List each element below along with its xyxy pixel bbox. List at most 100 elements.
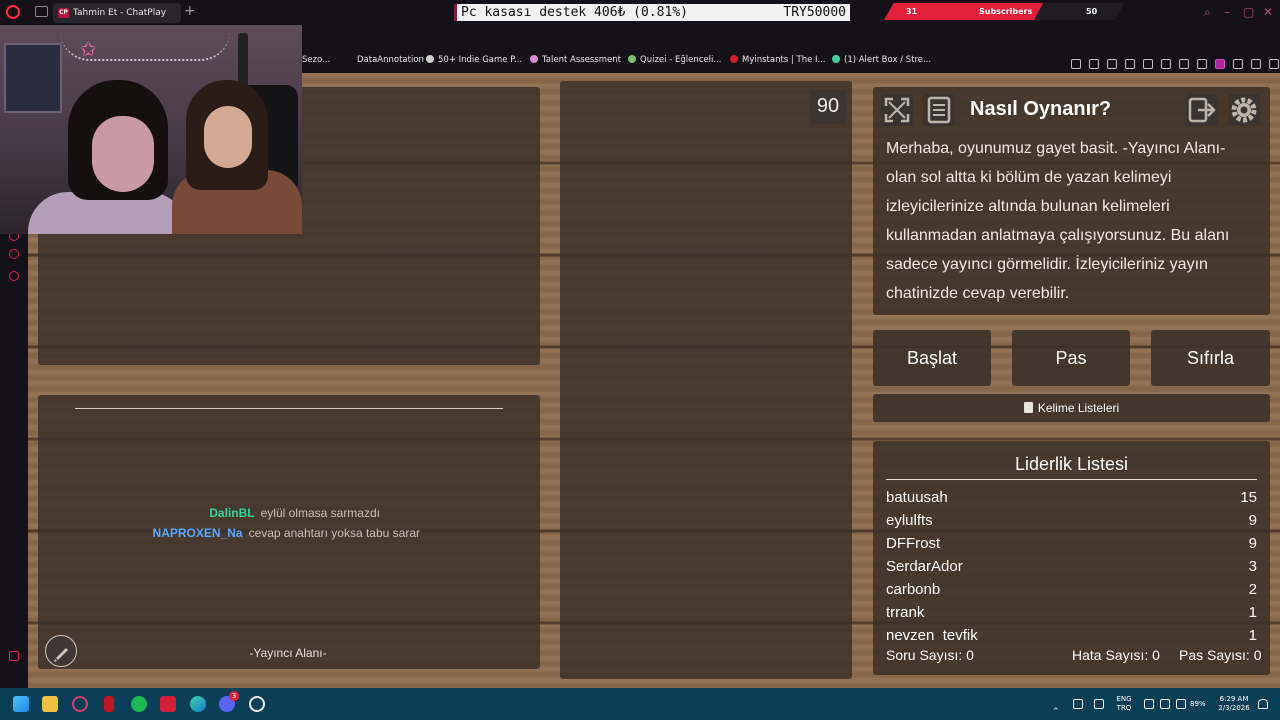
pencil-button[interactable] <box>45 635 77 667</box>
leaderboard-list[interactable]: batuusah 15 eylulfts 9 DFFrost 9 SerdarAdor… <box>886 486 1257 640</box>
notification-bell-icon[interactable] <box>1258 699 1268 709</box>
sidebar-gx-icon[interactable] <box>9 651 19 661</box>
player-score: 9 <box>1248 512 1257 529</box>
discord-icon[interactable]: 3 <box>219 691 239 712</box>
sidebar-settings-icon[interactable] <box>9 271 19 281</box>
translate-icon[interactable] <box>1143 59 1153 69</box>
bookmark-sezo[interactable]: Sezo... <box>302 55 330 65</box>
cube-icon[interactable] <box>1251 59 1261 69</box>
search-icon[interactable]: ⌕ <box>1204 5 1211 20</box>
bookmark-dataannotation[interactable]: DataAnnotation <box>357 55 424 65</box>
pass-button[interactable]: Pas <box>1012 330 1130 386</box>
clock-time: 6:29 AM <box>1219 695 1249 703</box>
exit-icon <box>1188 97 1216 123</box>
pencil-icon <box>54 648 68 662</box>
word-lists-label: Kelime Listeleri <box>1037 401 1120 415</box>
shield-toolbar-icon[interactable] <box>1107 59 1117 69</box>
file-explorer-icon[interactable] <box>42 696 58 712</box>
reset-button[interactable]: Sıfırla <box>1151 330 1270 386</box>
clock[interactable]: 6:29 AM 2/3/2026 <box>1212 695 1256 713</box>
windows-taskbar: 3 ⌃ ENG TRQ 89% 6:29 AM 2/3/2026 <box>0 688 1280 720</box>
obs-icon[interactable] <box>249 696 265 712</box>
edge-icon[interactable] <box>190 696 206 712</box>
new-tab-button[interactable]: + <box>184 3 196 19</box>
media-player-icon[interactable] <box>160 696 176 712</box>
chatplay-favicon-icon: CP <box>58 8 69 18</box>
player-score: 3 <box>1248 558 1257 575</box>
snapshot-icon[interactable] <box>1089 59 1099 69</box>
gear-icon <box>426 55 434 63</box>
streamer-person <box>28 80 188 234</box>
player-name: batuusah <box>886 489 948 506</box>
pass-count: Pas Sayısı: 0 <box>1179 647 1262 663</box>
donation-goal-ticker: Pc kasası destek 406₺ (0.81%) TRY50000 <box>454 4 850 21</box>
bookmark-alert-box[interactable]: (1) Alert Box / Stre... <box>832 55 931 65</box>
app-red-icon[interactable] <box>104 696 114 712</box>
round-timer: 90 <box>810 90 846 124</box>
player-name: DFFrost <box>886 535 941 552</box>
play-icon[interactable] <box>1161 59 1171 69</box>
bookmark-myinstants[interactable]: Myinstants | The I... <box>730 55 826 65</box>
sidebar-history-icon[interactable] <box>9 249 19 259</box>
exit-button[interactable] <box>1186 94 1218 126</box>
battery-percent: 89% <box>1190 700 1206 708</box>
mic-tray-icon[interactable] <box>1094 699 1104 709</box>
word-lists-button[interactable]: Kelime Listeleri <box>873 394 1270 422</box>
bookmark-indie-game[interactable]: 50+ Indie Game P... <box>426 55 522 65</box>
opera-logo-icon[interactable] <box>6 5 20 19</box>
subscriber-goal-bar: 31 Subscribers 50 <box>884 3 1124 20</box>
chevron-up-icon[interactable]: ⌃ <box>1052 699 1062 717</box>
player-name: SerdarAdor <box>886 558 963 575</box>
tab-tahmin-et[interactable]: CP Tahmin Et - ChatPlay <box>53 3 181 23</box>
network-tray-icon[interactable] <box>1073 699 1083 709</box>
battery-icon[interactable] <box>1176 699 1186 709</box>
puzzle-icon[interactable] <box>1233 59 1243 69</box>
subscriber-goal-remainder: 50 <box>1034 3 1124 20</box>
player-score: 15 <box>1240 489 1257 506</box>
gear-icon <box>1231 97 1257 123</box>
settings-button[interactable] <box>1228 94 1260 126</box>
search-toolbar-icon[interactable] <box>1179 59 1189 69</box>
fullscreen-button[interactable] <box>881 94 913 126</box>
donation-goal-target: TRY50000 <box>783 5 846 20</box>
bookmark-toolbar-icon[interactable] <box>1071 59 1081 69</box>
leaderboard-row: eylulfts 9 <box>886 509 1257 532</box>
spotify-icon[interactable] <box>131 696 147 712</box>
player-score: 9 <box>1248 535 1257 552</box>
bookmark-quizei[interactable]: Quizei - Eğlenceli... <box>628 55 721 65</box>
leaderboard-row: trrank 1 <box>886 601 1257 624</box>
download-icon[interactable] <box>1269 59 1279 69</box>
bookmark-talent-assessment[interactable]: Talent Assessment <box>530 55 621 65</box>
document-icon <box>927 96 951 124</box>
maximize-icon[interactable]: ▢ <box>1243 5 1254 19</box>
chat-message: DalinBL eylül olmasa sarmazdı <box>60 506 380 520</box>
notes-button[interactable] <box>923 94 955 126</box>
heart-icon[interactable] <box>1197 59 1207 69</box>
streamlabs-icon <box>832 55 840 63</box>
windows-start-icon[interactable] <box>13 696 29 712</box>
start-button[interactable]: Başlat <box>873 330 991 386</box>
download-toolbar-icon[interactable] <box>1125 59 1135 69</box>
webcam-overlay: ✩ <box>0 25 302 234</box>
middle-panel <box>560 81 852 679</box>
volume-icon[interactable] <box>1160 699 1170 709</box>
chat-text: eylül olmasa sarmazdı <box>260 506 380 520</box>
streamer-area-label: -Yayıncı Alanı- <box>249 646 327 660</box>
how-to-play-title: Nasıl Oynanır? <box>970 98 1112 120</box>
streamer-area-divider <box>75 408 503 409</box>
leaderboard-title: Liderlik Listesi <box>1014 454 1129 474</box>
opera-gx-icon[interactable] <box>72 696 88 712</box>
language-indicator[interactable]: ENG TRQ <box>1113 695 1135 713</box>
star-icon: ✩ <box>80 37 97 61</box>
discord-badge: 3 <box>229 691 239 701</box>
shield-icon <box>530 55 538 63</box>
workspaces-icon[interactable] <box>35 6 48 17</box>
chat-text: cevap anahtarı yoksa tabu sarar <box>248 526 420 540</box>
how-to-play-text: Merhaba, oyunumuz gayet basit. -Yayıncı … <box>886 140 1230 302</box>
player-score: 1 <box>1248 604 1257 621</box>
wifi-icon[interactable] <box>1144 699 1154 709</box>
close-icon[interactable]: ✕ <box>1263 5 1273 19</box>
minimize-icon[interactable]: – <box>1224 5 1230 19</box>
extension-icon[interactable] <box>1215 59 1225 69</box>
player-score: 1 <box>1248 627 1257 640</box>
